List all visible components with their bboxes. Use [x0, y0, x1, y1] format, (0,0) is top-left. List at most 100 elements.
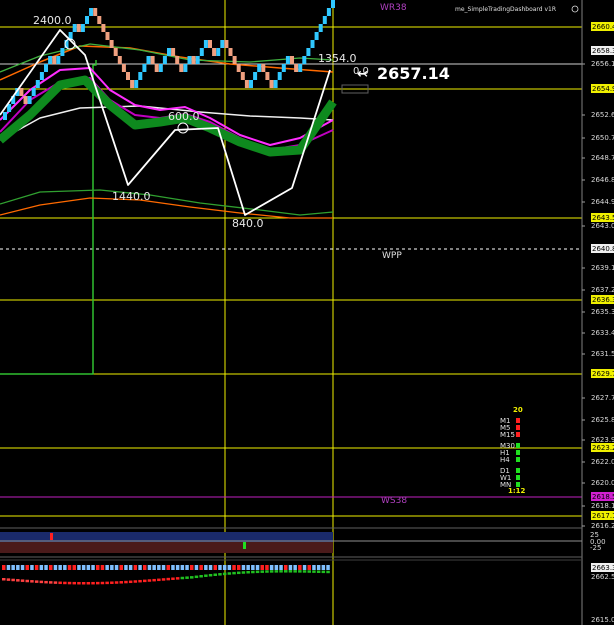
trend-dot — [274, 570, 279, 573]
renko-up-brick — [138, 72, 143, 80]
histogram-bar — [157, 565, 161, 570]
trend-dot — [227, 572, 232, 575]
histogram-bar — [194, 565, 199, 570]
wpp-label: WPP — [382, 251, 402, 261]
renko-up-brick — [281, 64, 286, 72]
renko-up-brick — [167, 48, 171, 56]
histogram-bar — [251, 565, 255, 570]
price-tick-label: 2635.35 — [591, 308, 614, 316]
trend-dot — [81, 581, 86, 585]
ma-magenta-line — [0, 67, 334, 146]
histogram-bar — [110, 565, 114, 570]
trend-dot — [208, 573, 213, 577]
window-title: me_SimpleTradingDashboard v1R — [455, 6, 556, 13]
trend-dot — [124, 580, 128, 584]
trend-dot — [58, 581, 62, 585]
trend-dot — [171, 577, 175, 580]
trend-dot — [63, 581, 67, 585]
histogram-bar — [241, 565, 246, 570]
histogram-bar — [77, 565, 81, 570]
renko-up-brick — [220, 40, 225, 48]
renko-up-brick — [60, 48, 65, 56]
renko-down-brick — [126, 72, 130, 80]
histogram-bar — [293, 565, 297, 570]
renko-down-brick — [261, 64, 266, 72]
bar-timer: 1:12 — [508, 487, 526, 495]
trend-dot — [237, 571, 241, 575]
renko-down-brick — [212, 48, 217, 56]
price-tick-label: 2623.90 — [591, 436, 614, 444]
ws38-label: WS38 — [381, 496, 407, 506]
trend-dot — [316, 570, 321, 573]
price-tag-label: 2660.42 — [592, 23, 614, 31]
price-tick-label: 2633.45 — [591, 329, 614, 337]
swing-label-600: 600.0 — [168, 110, 200, 123]
histogram-bar — [143, 565, 147, 570]
histogram-bar — [96, 565, 100, 570]
trend-dot — [232, 571, 236, 575]
histogram-bar — [138, 565, 142, 570]
histogram-bar — [208, 565, 213, 570]
renko-up-brick — [273, 80, 278, 88]
renko-up-brick — [310, 40, 315, 48]
trend-dot — [72, 581, 76, 585]
price-chart[interactable]: 2400.01354.0600.01440.0840.00.0WR38WPPWS… — [0, 0, 614, 625]
histogram-bar — [321, 565, 326, 570]
trend-dot — [49, 581, 53, 584]
histogram-bar — [237, 565, 241, 570]
renko-down-brick — [290, 56, 294, 64]
renko-up-brick — [146, 56, 151, 64]
price-tick-label: 2648.75 — [591, 154, 614, 162]
price-arrow-icon: ↢ — [357, 67, 368, 82]
trend-dot — [100, 581, 105, 585]
price-tick-label: 2639.10 — [591, 264, 614, 272]
histogram-bar — [260, 565, 264, 570]
trend-dot — [143, 579, 147, 583]
wr38-label: WR38 — [380, 3, 407, 13]
histogram-bar — [190, 565, 194, 570]
price-tag-label: 2617.17 — [592, 512, 614, 520]
swing-label-1440: 1440.0 — [112, 190, 151, 203]
trend-dot — [265, 570, 269, 573]
histogram-bar — [44, 565, 48, 570]
renko-down-brick — [105, 32, 110, 40]
renko-up-brick — [318, 24, 323, 32]
histogram-bar — [128, 565, 133, 570]
clock-marker-icon — [177, 122, 189, 134]
renko-up-brick — [249, 80, 253, 88]
renko-up-brick — [326, 8, 331, 16]
renko-up-brick — [35, 80, 40, 88]
renko-up-brick — [285, 56, 290, 64]
histogram-bar — [213, 565, 217, 570]
histogram-bar — [269, 565, 274, 570]
renko-up-brick — [85, 16, 89, 24]
trend-dot — [222, 572, 227, 576]
signal-square-icon — [516, 432, 520, 437]
renko-down-brick — [224, 40, 229, 48]
price-tick-label: 2616.25 — [591, 522, 614, 530]
trend-dot — [119, 581, 123, 584]
price-tick-label: 2643.05 — [591, 222, 614, 230]
swing-label-2400: 2400.0 — [33, 14, 72, 27]
renko-up-brick — [72, 24, 77, 32]
price-tick-label: 2650.70 — [591, 134, 614, 142]
renko-down-brick — [23, 96, 28, 104]
histogram-bar — [72, 565, 76, 570]
histogram-bar — [171, 565, 175, 570]
price-tick-label: 2631.55 — [591, 350, 614, 358]
histogram-bar — [166, 565, 170, 570]
histogram-bar — [58, 565, 62, 570]
signal-square-icon — [516, 475, 520, 480]
trend-dot — [321, 570, 326, 574]
renko-up-brick — [216, 48, 221, 56]
histogram-bar — [81, 565, 86, 570]
trend-dot — [194, 575, 199, 579]
renko-up-brick — [44, 64, 48, 72]
trend-dot — [241, 571, 246, 574]
histogram-bar — [265, 565, 269, 570]
trend-dot — [161, 578, 166, 581]
trend-dot — [147, 579, 152, 582]
histogram-bar — [312, 565, 316, 570]
trend-dot — [114, 581, 119, 584]
renko-up-brick — [27, 96, 32, 104]
